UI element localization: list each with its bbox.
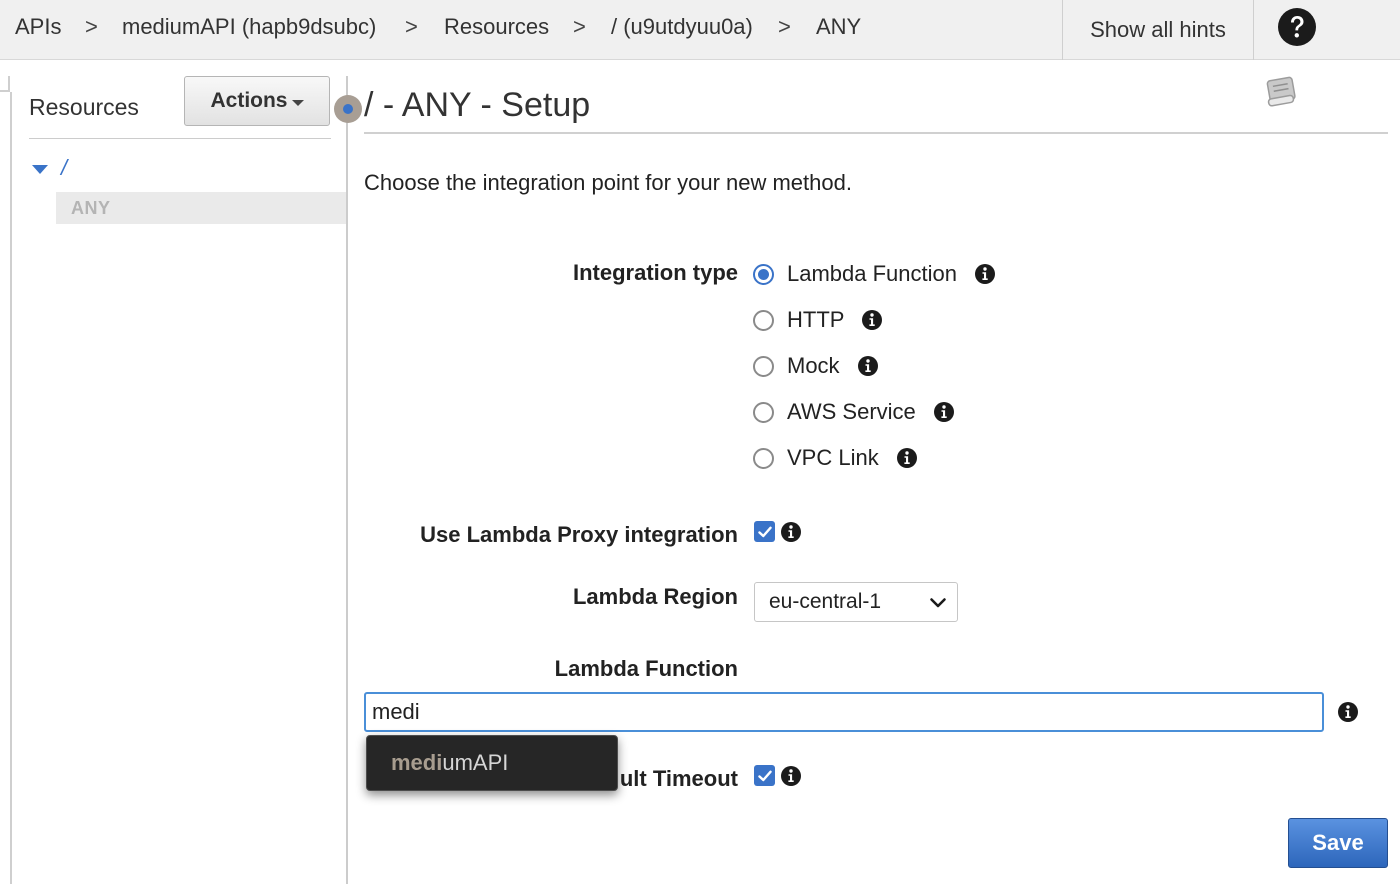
breadcrumb-resource-root[interactable]: / (u9utdyuu0a): [611, 14, 753, 40]
divider: [29, 138, 331, 139]
caret-down-icon: [291, 99, 304, 106]
info-icon[interactable]: [861, 309, 883, 331]
panel-edge: [0, 76, 10, 92]
save-button[interactable]: Save: [1288, 818, 1388, 868]
suggestion-rest: umAPI: [442, 750, 509, 775]
radio-button[interactable]: [753, 401, 774, 423]
info-icon[interactable]: [933, 401, 955, 423]
lambda-proxy-label: Use Lambda Proxy integration: [420, 522, 738, 547]
radio-label: HTTP: [787, 307, 845, 332]
radio-button[interactable]: [753, 309, 774, 331]
page-title: / - ANY - Setup: [364, 86, 591, 124]
resource-tree-root[interactable]: /: [61, 155, 67, 181]
autocomplete-suggestion[interactable]: medi umAPI: [366, 735, 618, 791]
suggestion-match: medi: [391, 750, 443, 775]
breadcrumb-api-name[interactable]: mediumAPI (hapb9dsubc): [122, 14, 376, 40]
title-divider: [364, 132, 1388, 134]
radio-label: AWS Service: [787, 399, 916, 424]
breadcrumb-separator: >: [778, 14, 791, 39]
method-label: ANY: [71, 197, 111, 218]
resources-heading: Resources: [29, 94, 139, 120]
radio-vpc-link[interactable]: VPC Link: [753, 445, 918, 471]
default-timeout-label: ult Timeout: [619, 766, 738, 791]
radio-http[interactable]: HTTP: [753, 307, 883, 333]
panel-border: [10, 92, 12, 884]
breadcrumb-resources[interactable]: Resources: [444, 14, 549, 40]
resource-tree-method-any[interactable]: ANY: [56, 192, 346, 224]
default-timeout-checkbox[interactable]: [754, 765, 775, 786]
breadcrumb-separator: >: [85, 14, 98, 39]
lambda-region-label: Lambda Region: [572, 584, 738, 609]
lambda-function-input[interactable]: medi: [364, 692, 1324, 732]
radio-button[interactable]: [753, 447, 774, 469]
info-icon[interactable]: [780, 521, 802, 543]
lambda-proxy-checkbox[interactable]: [754, 521, 775, 542]
radio-label: Mock: [787, 353, 840, 378]
top-navigation-bar: APIs > mediumAPI (hapb9dsubc) > Resource…: [0, 0, 1400, 60]
info-icon[interactable]: [1337, 701, 1359, 723]
info-icon[interactable]: [974, 263, 996, 285]
panel-splitter[interactable]: [346, 76, 348, 884]
book-icon[interactable]: [1262, 74, 1300, 110]
radio-aws-service[interactable]: AWS Service: [753, 399, 955, 425]
radio-mock[interactable]: Mock: [753, 353, 879, 379]
breadcrumb-method: ANY: [816, 14, 862, 39]
chevron-down-icon: [930, 598, 946, 608]
show-all-hints-button[interactable]: Show all hints: [1062, 0, 1254, 60]
radio-label: Lambda Function: [787, 261, 957, 286]
breadcrumb-separator: >: [405, 14, 418, 39]
radio-button-selected[interactable]: [753, 263, 774, 285]
tree-expand-icon[interactable]: [32, 165, 48, 174]
splitter-handle-icon[interactable]: [334, 95, 362, 123]
region-value: eu-central-1: [769, 590, 882, 613]
intro-text: Choose the integration point for your ne…: [364, 170, 852, 195]
radio-label: VPC Link: [787, 445, 879, 470]
lambda-function-label: Lambda Function: [554, 656, 738, 681]
integration-type-label: Integration type: [572, 260, 738, 285]
info-icon[interactable]: [857, 355, 879, 377]
radio-button[interactable]: [753, 355, 774, 377]
actions-dropdown-button[interactable]: Actions: [184, 76, 330, 126]
info-icon[interactable]: [896, 447, 918, 469]
radio-lambda-function[interactable]: Lambda Function: [753, 261, 996, 287]
lambda-region-select[interactable]: eu-central-1: [754, 582, 958, 622]
info-icon[interactable]: [780, 765, 802, 787]
breadcrumb-apis[interactable]: APIs: [15, 14, 61, 40]
question-circle-icon[interactable]: [1277, 7, 1317, 47]
actions-label: Actions: [210, 89, 288, 112]
breadcrumb-separator: >: [573, 14, 586, 39]
